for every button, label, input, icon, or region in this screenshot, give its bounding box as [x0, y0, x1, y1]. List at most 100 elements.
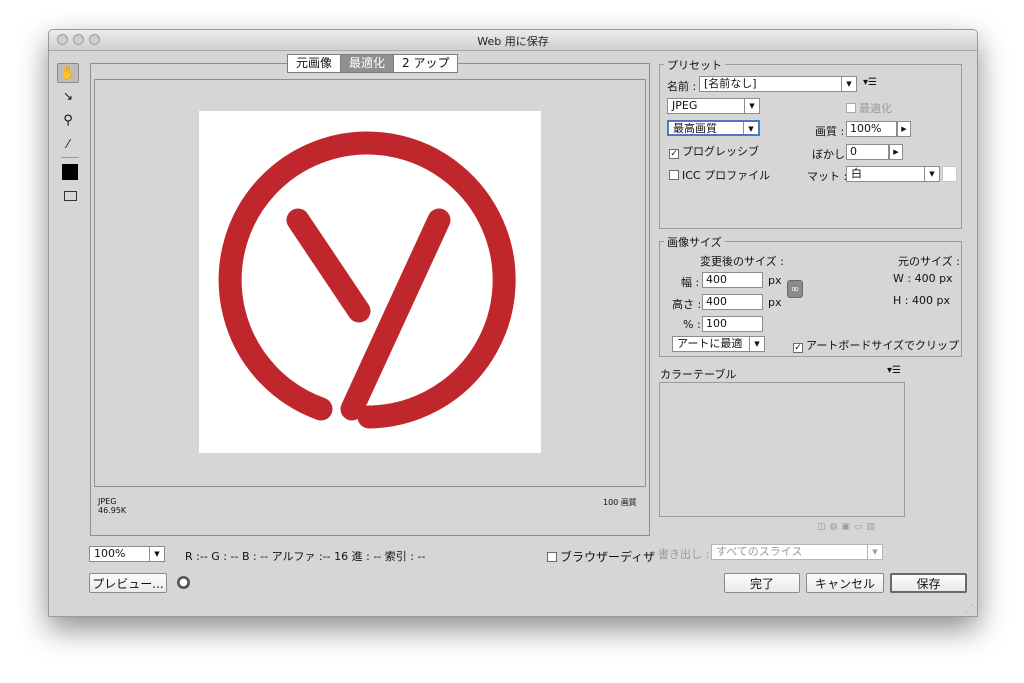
zoom-level-select[interactable]: 100% ▼: [89, 546, 165, 562]
height-unit: px: [768, 296, 782, 309]
browser-dither-checkbox[interactable]: ブラウザーディザ: [547, 548, 655, 565]
format-select[interactable]: JPEG ▼: [667, 98, 760, 114]
clip-to-artboard-label: アートボードサイズでクリップ: [806, 339, 960, 352]
export-value: すべてのスライス: [716, 545, 803, 558]
icc-profile-checkbox[interactable]: ICC プロファイル: [669, 167, 770, 183]
resample-select[interactable]: アートに最適 ▼: [672, 336, 765, 352]
link-constrain-icon[interactable]: ∞: [787, 280, 803, 298]
browser-dither-label: ブラウザーディザ: [560, 550, 656, 564]
checkbox-box: ✓: [669, 149, 679, 159]
tab-optimized[interactable]: 最適化: [341, 55, 395, 72]
color-table-area[interactable]: [659, 382, 905, 517]
chevron-down-icon: ▼: [924, 167, 939, 181]
preset-menu-icon[interactable]: ▾☰: [863, 77, 877, 88]
resize-grip-icon[interactable]: ⋰: [965, 604, 975, 614]
height-input[interactable]: 400: [702, 294, 763, 310]
hand-tool[interactable]: ✋: [57, 63, 79, 83]
color-table-menu-icon[interactable]: ▾☰: [887, 365, 901, 376]
logo-y-left-arm: [286, 208, 371, 323]
chevron-down-icon: ▼: [749, 337, 764, 351]
chevron-down-icon: ▼: [867, 545, 882, 559]
resample-value: アートに最適: [677, 337, 743, 350]
view-tabs: 元画像 最適化 2 アップ: [287, 54, 459, 73]
color-table-title: カラーテーブル: [660, 368, 737, 381]
done-button[interactable]: 完了: [724, 573, 800, 593]
original-size-label: 元のサイズ :: [898, 255, 960, 268]
icc-profile-label: ICC プロファイル: [682, 169, 771, 182]
save-for-web-dialog: Web 用に保存 ✋ ↘ ⚲ ⁄ 元画像 最適化 2 アップ JPEG 46.9…: [48, 29, 978, 617]
hand-icon: ✋: [59, 65, 77, 81]
chevron-down-icon: ▼: [149, 547, 164, 561]
eyedropper-icon: ⁄: [66, 137, 69, 151]
quality-input[interactable]: 100%: [846, 121, 897, 137]
window-title: Web 用に保存: [477, 35, 549, 48]
progressive-checkbox[interactable]: ✓ プログレッシブ: [669, 143, 759, 159]
optimize-checkbox[interactable]: 最適化: [846, 100, 892, 116]
image-size-legend: 画像サイズ: [664, 234, 725, 250]
clip-to-artboard-checkbox[interactable]: ✓ アートボードサイズでクリップ: [793, 337, 959, 353]
checkbox-box: [547, 552, 557, 562]
quality-preset-select[interactable]: 最高画質 ▼: [667, 120, 760, 136]
trash-icon[interactable]: ▥: [866, 522, 879, 532]
width-unit: px: [768, 274, 782, 287]
slice-select-icon: ↘: [62, 89, 74, 103]
cancel-button[interactable]: キャンセル: [806, 573, 884, 593]
title-bar: Web 用に保存: [49, 30, 977, 51]
preview-file-size: 46.95K: [98, 506, 127, 515]
quality-preset-value: 最高画質: [673, 122, 717, 135]
color-table-toolbar: ◫◍▣▭▥: [817, 522, 879, 532]
new-color-icon[interactable]: ▭: [854, 522, 867, 532]
matte-select[interactable]: 白 ▼: [846, 166, 940, 182]
preview-quality-info: 100 画質: [603, 498, 637, 507]
export-select[interactable]: すべてのスライス ▼: [711, 544, 883, 560]
matte-value: 白: [851, 167, 862, 180]
zoom-tool[interactable]: ⚲: [57, 110, 79, 130]
preset-name-label: 名前 :: [667, 80, 697, 93]
blur-slider-button[interactable]: ▶: [889, 144, 903, 160]
checkbox-box: [846, 103, 856, 113]
quality-label: 画質 :: [815, 125, 845, 138]
preview-button[interactable]: プレビュー...: [89, 573, 167, 593]
image-preview: [199, 111, 541, 453]
toggle-slices-tool[interactable]: [59, 186, 81, 206]
map-transparent-icon[interactable]: ◍: [830, 522, 842, 532]
preset-name-value: [名前なし]: [704, 77, 757, 90]
lock-color-icon[interactable]: ▣: [841, 522, 854, 532]
width-input[interactable]: 400: [702, 272, 763, 288]
preview-format-info: JPEG 46.95K: [98, 497, 126, 515]
color-readout: R :-- G : -- B : -- アルファ :-- 16 進 : -- 索…: [185, 550, 426, 563]
format-value: JPEG: [672, 99, 698, 112]
new-size-label: 変更後のサイズ :: [700, 255, 784, 268]
chevron-down-icon: ▼: [743, 122, 758, 134]
globe-icon[interactable]: ●: [177, 576, 190, 589]
tab-2up[interactable]: 2 アップ: [394, 55, 457, 72]
optimize-label: 最適化: [859, 102, 892, 115]
blur-input[interactable]: 0: [846, 144, 889, 160]
checkbox-box: ✓: [793, 343, 803, 353]
preview-format: JPEG: [98, 497, 117, 506]
progressive-label: プログレッシブ: [682, 145, 759, 158]
save-button[interactable]: 保存: [890, 573, 967, 593]
matte-label: マット :: [807, 170, 848, 183]
slice-visibility-icon: [63, 191, 77, 201]
image-canvas[interactable]: [94, 79, 646, 487]
original-width: W : 400 px: [893, 272, 953, 285]
preset-name-select[interactable]: [名前なし] ▼: [699, 76, 857, 92]
tab-original[interactable]: 元画像: [288, 55, 342, 72]
eyedropper-color-swatch[interactable]: [62, 164, 78, 180]
height-label: 高さ :: [672, 298, 702, 311]
percent-input[interactable]: 100: [702, 316, 763, 332]
matte-color-swatch[interactable]: [942, 166, 957, 182]
preset-legend: プリセット: [664, 57, 725, 73]
checkbox-box: [669, 170, 679, 180]
zoom-level-value: 100%: [94, 547, 126, 560]
quality-slider-button[interactable]: ▶: [897, 121, 911, 137]
y-logo-image: [218, 131, 516, 429]
width-label: 幅 :: [681, 276, 700, 289]
web-snap-icon[interactable]: ◫: [817, 522, 830, 532]
eyedropper-tool[interactable]: ⁄: [57, 134, 79, 154]
toolbar-divider: [61, 157, 79, 158]
chevron-down-icon: ▼: [744, 99, 759, 113]
chevron-down-icon: ▼: [841, 77, 856, 91]
slice-select-tool[interactable]: ↘: [57, 86, 79, 106]
